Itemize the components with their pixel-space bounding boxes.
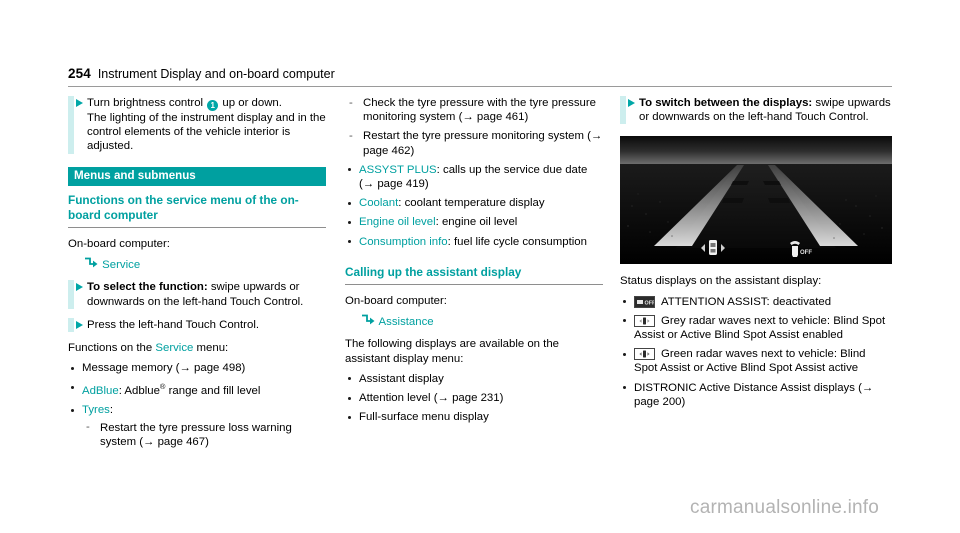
- triangle-bullet-icon: [76, 283, 83, 292]
- function-link-assyst-plus: ASSYST PLUS: [359, 163, 437, 176]
- onboard-computer-label-middle: On-board computer:: [345, 295, 447, 308]
- list-item: Tyres: Restart the tyre pressure loss wa…: [68, 403, 326, 449]
- function-link-engine-oil-level: Engine oil level: [359, 216, 436, 229]
- manual-page: 254 Instrument Display and on-board comp…: [0, 0, 960, 533]
- triangle-bullet-icon: [76, 320, 83, 329]
- menu-path-label-assistance: Assistance: [378, 316, 434, 329]
- function-desc-engine-oil-level: : engine oil level: [435, 216, 518, 229]
- list-item: Assistant display: [345, 372, 603, 386]
- list-item: Coolant: coolant temperature display: [345, 196, 603, 210]
- heading-assistant-display: Calling up the assistant display: [345, 264, 522, 279]
- section-band-menus: Menus and submenus: [68, 166, 326, 187]
- triangle-bullet-icon: [76, 99, 83, 107]
- functions-intro-pre: Functions on the: [68, 341, 156, 354]
- function-link-tyres: Tyres: [82, 404, 110, 417]
- tyres-sublist-continued: Check the tyre pressure with the tyre pr…: [345, 95, 603, 158]
- chapter-title: Instrument Display and on-board computer: [97, 67, 335, 81]
- green-radar-waves-icon: [634, 348, 655, 361]
- instruction-switch-bold: To switch between the displays:: [639, 97, 813, 109]
- function-desc-adblue: : Adblue® range and fill level: [118, 382, 261, 398]
- list-item: Full-surface menu display: [345, 410, 603, 424]
- brightness-text-pre: Turn brightness control: [87, 97, 207, 109]
- instruction-line-1: Turn brightness control 1 up or down.: [87, 96, 326, 111]
- function-desc-tyres: :: [109, 404, 114, 417]
- list-item: OFF ATTENTION ASSIST: deactivated: [620, 295, 892, 309]
- tyres-sublist: Restart the tyre pressure loss warning s…: [82, 420, 326, 449]
- list-item: Attention level (→ page 231): [345, 391, 603, 405]
- status-displays-intro: Status displays on the assistant display…: [620, 275, 822, 288]
- list-item: Consumption info: fuel life cycle consum…: [345, 235, 603, 249]
- list-item: Message memory (→ page 498): [68, 361, 326, 375]
- grey-radar-waves-icon: [634, 314, 655, 327]
- assistant-display-image: OFF: [620, 136, 892, 265]
- instruction-press-touch-control: Press the left-hand Touch Control.: [68, 317, 326, 333]
- instruction-select-bold: To select the function:: [87, 281, 208, 294]
- assistant-display-intro: The following displays are available on …: [345, 338, 560, 365]
- attention-assist-off-icon: OFF: [634, 295, 655, 308]
- instruction-switch-text: To switch between the displays: swipe up…: [639, 96, 892, 124]
- brightness-text-post: up or down.: [219, 97, 282, 109]
- instruction-brightness: Turn brightness control 1 up or down. Th…: [68, 96, 326, 154]
- page-number: 254: [68, 66, 91, 81]
- status-text-green-radar: Green radar waves next to vehicle: Blind…: [634, 348, 866, 375]
- triangle-bullet-icon: [628, 99, 635, 107]
- instruction-switch-displays: To switch between the displays: swipe up…: [620, 96, 892, 125]
- function-link-consumption-info: Consumption info: [359, 235, 448, 248]
- function-desc-coolant: : coolant temperature display: [398, 197, 545, 210]
- onboard-computer-label-left: On-board computer:: [68, 238, 170, 251]
- list-item: AdBlue: Adblue® range and fill level: [68, 380, 326, 398]
- menu-arrow-icon: [361, 314, 376, 325]
- heading-divider: [68, 227, 326, 229]
- list-item: ASSYST PLUS: calls up the service due da…: [345, 163, 603, 191]
- list-item: DISTRONIC Active Distance Assist display…: [620, 381, 892, 409]
- list-item: Check the tyre pressure with the tyre pr…: [345, 95, 603, 124]
- instruction-press-text: Press the left-hand Touch Control.: [87, 318, 260, 331]
- assistant-display-list: Assistant display Attention level (→ pag…: [345, 372, 603, 425]
- header-divider: [68, 86, 892, 87]
- menu-path-assistance: Assistance: [361, 314, 603, 330]
- instruction-select-text: To select the function: swipe upwards or…: [87, 280, 326, 308]
- svg-text:OFF: OFF: [800, 250, 812, 256]
- registered-mark: ®: [159, 382, 166, 392]
- page-header: 254 Instrument Display and on-board comp…: [68, 66, 892, 81]
- callout-marker-1: 1: [207, 100, 219, 111]
- function-link-coolant: Coolant: [359, 197, 399, 210]
- list-item: Restart the tyre pressure monitoring sys…: [345, 129, 603, 157]
- functions-intro-post: menu:: [193, 341, 229, 354]
- list-item: Green radar waves next to vehicle: Blind…: [620, 347, 892, 375]
- heading-service-functions: Functions on the service menu of the on-…: [68, 193, 299, 222]
- instruction-select-function: To select the function: swipe upwards or…: [68, 280, 326, 310]
- functions-intro-link: Service: [155, 341, 194, 354]
- column-right: To switch between the displays: swipe up…: [620, 96, 892, 414]
- status-text-distronic: DISTRONIC Active Distance Assist display…: [634, 381, 874, 408]
- list-item: Grey radar waves next to vehicle: Blind …: [620, 314, 892, 342]
- service-functions-list: Message memory (→ page 498) AdBlue: Adbl…: [68, 361, 326, 449]
- assistant-display-graphic: OFF: [620, 136, 892, 265]
- functions-intro-left: Functions on the Service menu:: [68, 341, 326, 355]
- instruction-line-2: The lighting of the instrument display a…: [87, 112, 326, 153]
- menu-path-label-service: Service: [102, 259, 141, 272]
- site-watermark: carmanualsonline.info: [690, 497, 880, 518]
- function-link-adblue: AdBlue: [82, 385, 119, 398]
- status-text-grey-radar: Grey radar waves next to vehicle: Blind …: [634, 314, 886, 342]
- function-label-message-memory: Message memory (→ page 498): [82, 362, 246, 375]
- status-displays-list: OFF ATTENTION ASSIST: deactivated Grey r…: [620, 295, 892, 409]
- service-functions-list-continued: ASSYST PLUS: calls up the service due da…: [345, 163, 603, 249]
- status-text-attention-assist: ATTENTION ASSIST: deactivated: [661, 295, 832, 308]
- function-desc-consumption-info: : fuel life cycle consumption: [447, 235, 587, 248]
- list-item: Engine oil level: engine oil level: [345, 215, 603, 229]
- menu-arrow-icon: [84, 257, 99, 268]
- column-middle: Check the tyre pressure with the tyre pr…: [345, 95, 603, 429]
- heading-divider: [345, 284, 603, 286]
- menu-path-service: Service: [84, 257, 326, 273]
- list-item: Restart the tyre pressure loss warning s…: [82, 420, 326, 449]
- svg-text:OFF: OFF: [645, 300, 655, 306]
- column-left: Turn brightness control 1 up or down. Th…: [68, 96, 326, 454]
